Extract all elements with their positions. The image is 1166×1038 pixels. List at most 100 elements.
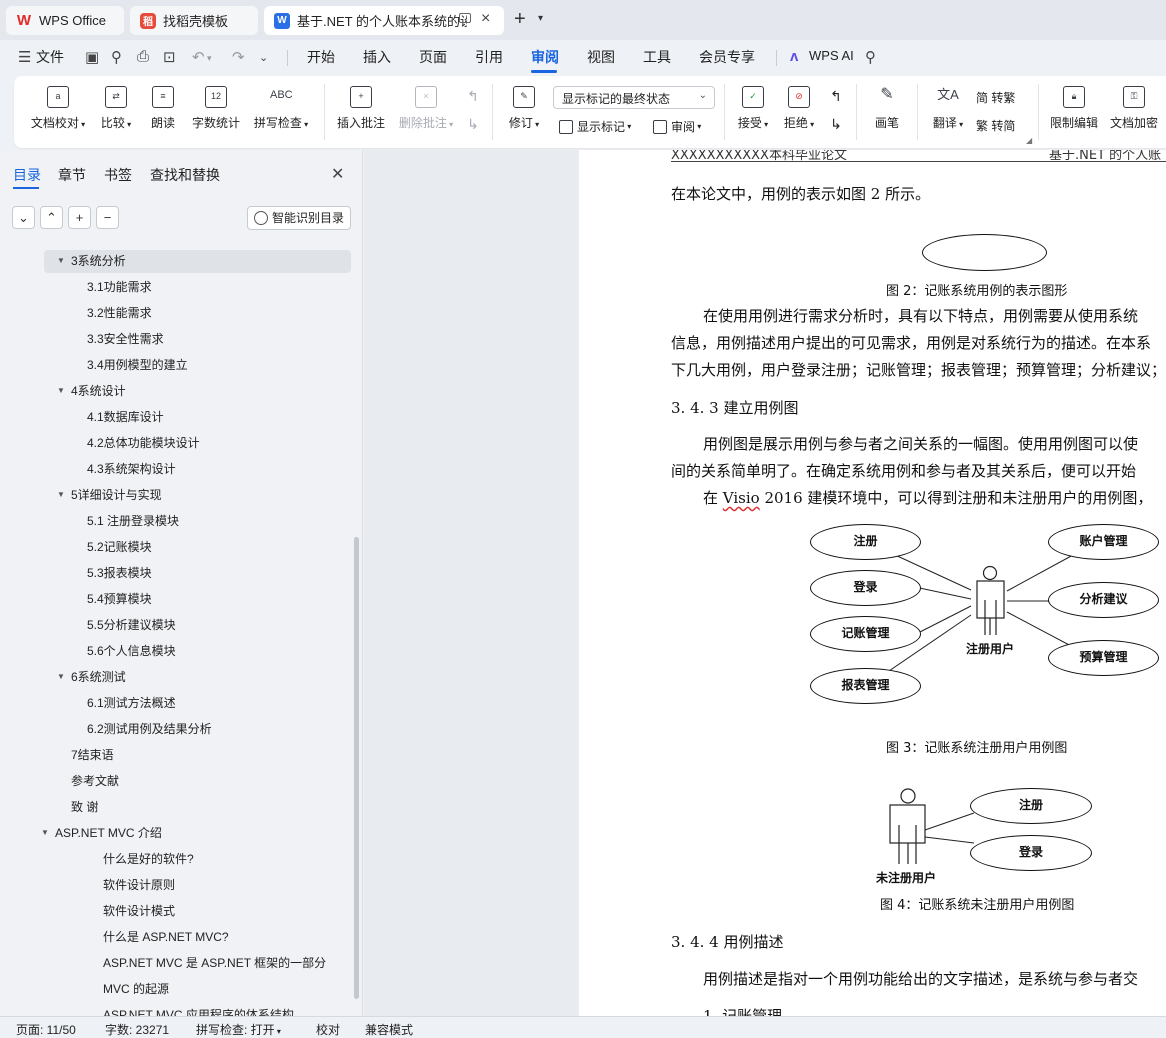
new-tab-plus-icon[interactable]: + xyxy=(514,8,526,31)
smart-toc-button[interactable]: 智能识别目录 xyxy=(247,206,351,230)
toc-item[interactable]: 软件设计原则 xyxy=(0,873,350,897)
toc-item[interactable]: 3.1功能需求 xyxy=(0,275,350,299)
toc-caret-icon[interactable]: ▼ xyxy=(57,379,65,403)
next-comment-icon[interactable]: ↳ xyxy=(464,116,482,133)
toc-item[interactable]: 3.2性能需求 xyxy=(0,301,350,325)
search-icon[interactable]: ⚲ xyxy=(865,48,876,66)
toc-caret-icon[interactable]: ▼ xyxy=(57,249,65,273)
menu-home[interactable]: 开始 xyxy=(307,47,335,67)
nav-tab-find-replace[interactable]: 查找和替换 xyxy=(150,165,220,185)
nav-scrollbar[interactable] xyxy=(354,537,359,999)
save-icon[interactable]: ▣ xyxy=(85,48,99,66)
doc-check-button[interactable]: a 文档校对 ▾ xyxy=(28,86,88,131)
word-count-button[interactable]: 12 字数统计 xyxy=(189,86,243,131)
status-spell-check[interactable]: 拼写检查: 打开 ▾ xyxy=(196,1021,281,1038)
toc-item[interactable]: 6.1测试方法概述 xyxy=(0,691,350,715)
toc-item[interactable]: 5.5分析建议模块 xyxy=(0,613,350,637)
status-word-count[interactable]: 字数: 23271 xyxy=(105,1021,169,1038)
menu-tools[interactable]: 工具 xyxy=(643,47,671,67)
markup-state-select[interactable]: 显示标记的最终状态 ⌄ xyxy=(553,86,715,109)
toc-item[interactable]: ASP.NET MVC 是 ASP.NET 框架的一部分 xyxy=(0,951,350,975)
toc-item[interactable]: ▼ 3系统分析 xyxy=(0,249,350,273)
toc-item[interactable]: ▼ ASP.NET MVC 介绍 xyxy=(0,821,350,845)
to-traditional-button[interactable]: 简 转繁 xyxy=(976,89,1015,106)
toc-item[interactable]: ▼ 4系统设计 xyxy=(0,379,350,403)
toc-item[interactable]: 4.1数据库设计 xyxy=(0,405,350,429)
next-change-icon[interactable]: ↳ xyxy=(827,116,845,133)
toc-item[interactable]: ASP.NET MVC 应用程序的体系结构 xyxy=(0,1003,350,1016)
review-pane-button[interactable]: 审阅 ▾ xyxy=(653,118,701,135)
toc-item[interactable]: 5.3报表模块 xyxy=(0,561,350,585)
menu-member[interactable]: 会员专享 xyxy=(699,47,755,67)
status-proofread[interactable]: 校对 xyxy=(316,1021,340,1038)
document-page[interactable]: XXXXXXXXXXX本科毕业论文 基于.NET 的个人账 在本论文中，用例的表… xyxy=(579,150,1166,1016)
toc-item[interactable]: ▼ 5详细设计与实现 xyxy=(0,483,350,507)
compare-button[interactable]: ⇄ 比较 ▾ xyxy=(96,86,136,131)
toc-item[interactable]: 5.1 注册登录模块 xyxy=(0,509,350,533)
toc-item[interactable]: 4.2总体功能模块设计 xyxy=(0,431,350,455)
toc-item[interactable]: 4.3系统架构设计 xyxy=(0,457,350,481)
restrict-edit-button[interactable]: 🔒︎ 限制编辑 xyxy=(1048,86,1100,131)
delete-comment-button[interactable]: × 删除批注 ▾ xyxy=(395,86,457,131)
collapse-all-button[interactable]: ⌃ xyxy=(40,206,63,229)
show-markup-button[interactable]: 显示标记 ▾ xyxy=(559,118,631,135)
to-simplified-button[interactable]: 繁 转简 xyxy=(976,117,1015,134)
toc-item[interactable]: 6.2测试用例及结果分析 xyxy=(0,717,350,741)
reject-button[interactable]: ⊘ 拒绝 ▾ xyxy=(780,86,818,131)
nav-tab-toc[interactable]: 目录 xyxy=(13,165,41,185)
menu-view[interactable]: 视图 xyxy=(587,47,615,67)
hamburger-menu-icon[interactable]: ☰ xyxy=(18,48,31,66)
toc-item[interactable]: 软件设计模式 xyxy=(0,899,350,923)
accept-button[interactable]: ✓ 接受 ▾ xyxy=(734,86,772,131)
add-heading-button[interactable]: + xyxy=(68,206,91,229)
share-link-icon[interactable]: ⚲ xyxy=(111,48,122,66)
translate-button[interactable]: 文A 翻译 ▾ xyxy=(928,86,968,131)
quick-access-more-icon[interactable]: ⌄ xyxy=(259,51,268,64)
toc-caret-icon[interactable]: ▼ xyxy=(57,483,65,507)
undo-icon[interactable]: ↶ xyxy=(192,48,205,66)
revise-button[interactable]: ✎ 修订 ▾ xyxy=(504,86,544,131)
tab-close-icon[interactable]: × xyxy=(481,10,490,28)
menu-references[interactable]: 引用 xyxy=(475,47,503,67)
remove-heading-button[interactable]: − xyxy=(96,206,119,229)
previous-comment-icon[interactable]: ↰ xyxy=(464,88,482,105)
toc-caret-icon[interactable]: ▼ xyxy=(41,821,49,845)
nav-tab-bookmarks[interactable]: 书签 xyxy=(104,165,132,185)
doc-encrypt-button[interactable]: ⚿ 文档加密 xyxy=(1108,86,1160,131)
ribbon-expand-icon[interactable]: ◢ xyxy=(1026,136,1032,145)
toc-item[interactable]: ▼ 6系统测试 xyxy=(0,665,350,689)
previous-change-icon[interactable]: ↰ xyxy=(827,88,845,105)
toc-item[interactable]: 5.2记账模块 xyxy=(0,535,350,559)
menu-review[interactable]: 审阅 xyxy=(531,47,559,67)
toc-item[interactable]: 3.3安全性需求 xyxy=(0,327,350,351)
toc-item[interactable]: 参考文献 xyxy=(0,769,350,793)
redo-icon[interactable]: ↷ xyxy=(232,48,245,66)
expand-all-button[interactable]: ⌄ xyxy=(12,206,35,229)
pen-button[interactable]: ✎ 画笔 xyxy=(870,86,904,131)
toc-item[interactable]: 致 谢 xyxy=(0,795,350,819)
toc-item[interactable]: 什么是 ASP.NET MVC? xyxy=(0,925,350,949)
tab-document[interactable]: W 基于.NET 的个人账本系统的设 × xyxy=(264,6,504,35)
status-page[interactable]: 页面: 11/50 xyxy=(16,1021,76,1038)
menu-insert[interactable]: 插入 xyxy=(363,47,391,67)
toc-caret-icon[interactable]: ▼ xyxy=(57,665,65,689)
toc-item[interactable]: 5.4预算模块 xyxy=(0,587,350,611)
tab-wps-office[interactable]: W WPS Office xyxy=(6,6,124,35)
close-icon[interactable]: ✕ xyxy=(331,164,344,184)
toc-item[interactable]: 3.4用例模型的建立 xyxy=(0,353,350,377)
menu-page[interactable]: 页面 xyxy=(419,47,447,67)
toc-item[interactable]: 什么是好的软件? xyxy=(0,847,350,871)
tab-screen-icon[interactable] xyxy=(459,13,471,23)
spell-check-button[interactable]: ABC 拼写检查 ▾ xyxy=(250,86,312,131)
tab-list-chevron-icon[interactable]: ▾ xyxy=(538,13,543,24)
insert-comment-button[interactable]: + 插入批注 xyxy=(335,86,387,131)
nav-tab-sections[interactable]: 章节 xyxy=(58,165,86,185)
menu-wps-ai[interactable]: WPS AI xyxy=(809,48,854,63)
toc-item[interactable]: 7结束语 xyxy=(0,743,350,767)
menu-file[interactable]: 文件 xyxy=(36,47,64,67)
tab-daoke-templates[interactable]: 稻 找稻壳模板 xyxy=(130,6,258,35)
print-preview-icon[interactable]: ⊡ xyxy=(163,48,176,66)
toc-item[interactable]: 5.6个人信息模块 xyxy=(0,639,350,663)
print-icon[interactable]: ⎙ xyxy=(137,48,149,65)
toc-item[interactable]: MVC 的起源 xyxy=(0,977,350,1001)
